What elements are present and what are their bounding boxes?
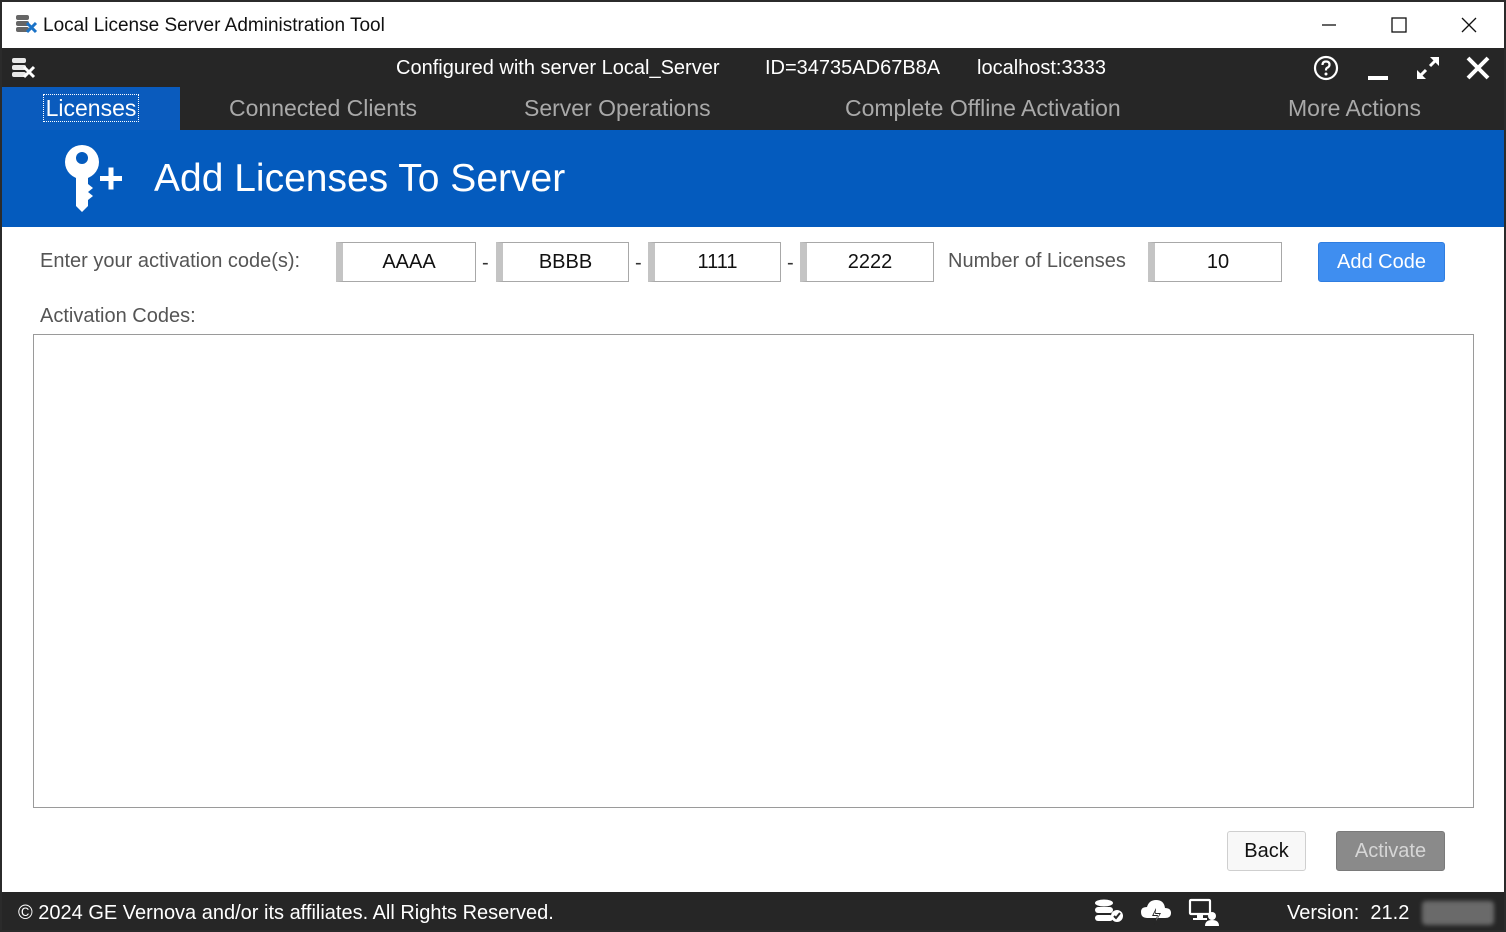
key-add-icon (65, 145, 122, 212)
page-title: Add Licenses To Server (154, 157, 566, 200)
code-separator: - (482, 252, 489, 274)
tab-server-operations[interactable]: Server Operations (524, 87, 711, 130)
server-database-icon[interactable] (1090, 896, 1126, 928)
back-button[interactable]: Back (1227, 831, 1306, 871)
code-separator: - (635, 252, 642, 274)
maximize-icon (1391, 17, 1407, 33)
number-of-licenses-input[interactable] (1148, 242, 1282, 282)
main-nav: Licenses Connected Clients Server Operat… (2, 87, 1504, 130)
activation-code-segment-3[interactable] (648, 242, 781, 282)
number-of-licenses-label: Number of Licenses (948, 250, 1126, 272)
app-expand-button[interactable] (1412, 52, 1444, 84)
tab-connected-clients[interactable]: Connected Clients (229, 87, 417, 130)
app-minimize-button[interactable] (1362, 52, 1394, 84)
license-server-tool-icon (16, 15, 38, 34)
server-host-label: localhost:3333 (977, 57, 1106, 79)
close-icon (1461, 17, 1477, 33)
activation-code-segment-2[interactable] (496, 242, 629, 282)
tab-complete-offline-activation[interactable]: Complete Offline Activation (845, 87, 1121, 130)
version-value: 21.2 (1370, 902, 1410, 924)
minimize-icon (1368, 76, 1388, 80)
copyright-text: © 2024 GE Vernova and/or its affiliates.… (18, 902, 554, 924)
window-title: Local License Server Administration Tool (43, 15, 385, 36)
help-button[interactable] (1310, 52, 1342, 84)
expand-icon (1417, 57, 1439, 79)
app-header: Configured with server Local_Server ID=3… (2, 48, 1504, 87)
server-name-label: Configured with server Local_Server (396, 57, 720, 79)
activation-codes-list[interactable] (33, 334, 1474, 808)
tab-more-actions[interactable]: More Actions (1288, 87, 1421, 130)
server-id-label: ID=34735AD67B8A (765, 57, 941, 79)
activate-button[interactable]: Activate (1336, 831, 1445, 871)
os-title-bar: Local License Server Administration Tool (2, 2, 1504, 48)
activation-code-label: Enter your activation code(s): (40, 250, 301, 272)
help-icon (1313, 55, 1339, 81)
os-close-button[interactable] (1446, 6, 1492, 44)
close-icon (1466, 56, 1490, 80)
code-separator: - (787, 252, 794, 274)
status-footer: © 2024 GE Vernova and/or its affiliates.… (2, 892, 1504, 930)
tab-licenses[interactable]: Licenses (2, 87, 180, 130)
activation-code-segment-1[interactable] (336, 242, 476, 282)
activation-code-segment-4[interactable] (800, 242, 934, 282)
minimize-icon (1322, 24, 1336, 26)
cloud-sync-icon[interactable] (1138, 896, 1174, 928)
activation-codes-label: Activation Codes: (40, 305, 196, 327)
version-label: Version: 21.2 (1287, 902, 1410, 924)
add-code-button[interactable]: Add Code (1318, 242, 1445, 282)
page-banner: Add Licenses To Server (2, 130, 1504, 227)
os-maximize-button[interactable] (1376, 6, 1422, 44)
redacted-version-suffix (1422, 901, 1494, 925)
client-computer-icon[interactable] (1186, 896, 1222, 928)
app-close-button[interactable] (1462, 52, 1494, 84)
app-window: Local License Server Administration Tool… (0, 0, 1506, 932)
license-server-tool-icon (12, 58, 36, 79)
os-minimize-button[interactable] (1306, 6, 1352, 44)
